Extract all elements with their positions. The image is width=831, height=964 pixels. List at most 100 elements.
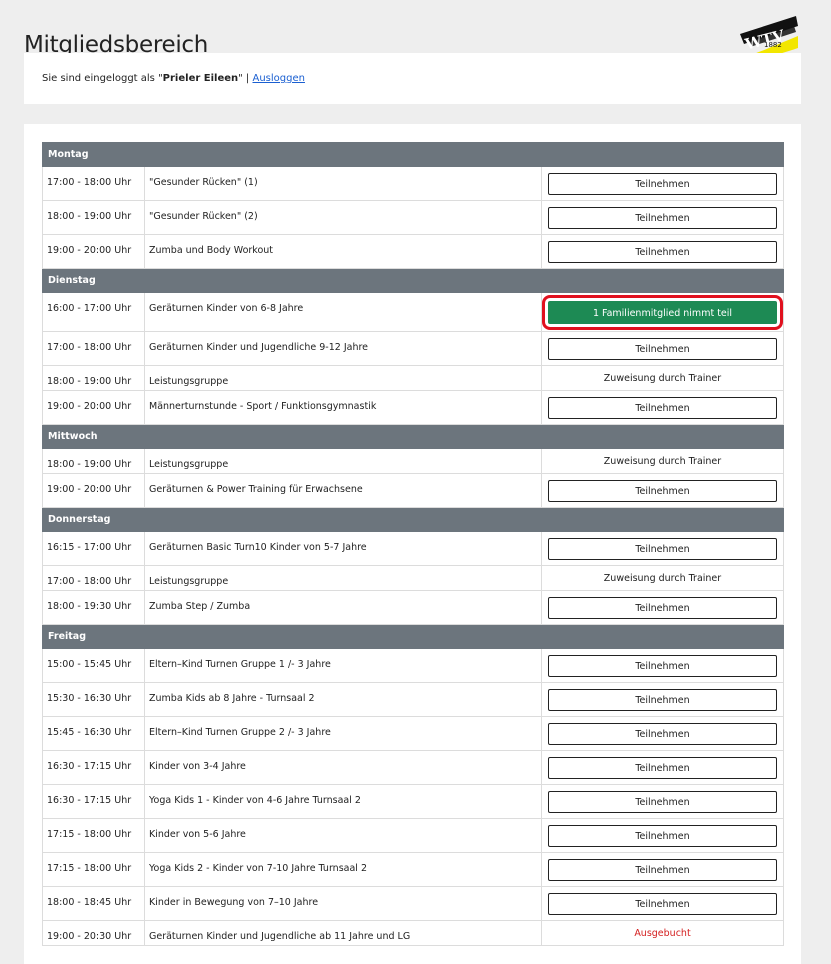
login-status-panel: Sie sind eingeloggt als "Prieler Eileen"…	[24, 53, 801, 104]
course-time: 18:00 - 19:00 Uhr	[42, 365, 145, 391]
course-name: Kinder in Bewegung von 7–10 Jahre	[144, 886, 542, 921]
logged-in-user: Prieler Eileen	[162, 73, 239, 84]
trainer-assignment-label: Zuweisung durch Trainer	[603, 455, 722, 467]
course-action-cell: Teilnehmen	[541, 852, 784, 887]
logout-link[interactable]: Ausloggen	[252, 73, 304, 84]
course-time: 17:00 - 18:00 Uhr	[42, 166, 145, 201]
course-time: 15:00 - 15:45 Uhr	[42, 648, 145, 683]
join-button[interactable]: Teilnehmen	[548, 172, 777, 195]
logo-year: 1882	[764, 41, 782, 49]
join-button[interactable]: Teilnehmen	[548, 479, 777, 502]
course-action-cell: 1 Familienmitglied nimmt teil	[541, 292, 784, 332]
course-action-cell: Zuweisung durch Trainer	[541, 365, 784, 391]
course-time: 17:15 - 18:00 Uhr	[42, 852, 145, 887]
course-time: 19:00 - 20:00 Uhr	[42, 234, 145, 269]
join-button[interactable]: Teilnehmen	[548, 537, 777, 560]
join-button[interactable]: Teilnehmen	[548, 722, 777, 745]
course-time: 19:00 - 20:00 Uhr	[42, 390, 145, 425]
join-button[interactable]: Teilnehmen	[548, 858, 777, 881]
course-time: 15:30 - 16:30 Uhr	[42, 682, 145, 717]
day-header-row: Freitag	[42, 624, 784, 649]
course-schedule-table: Montag 17:00 - 18:00 Uhr "Gesunder Rücken"…	[42, 142, 784, 946]
course-name: Zumba Kids ab 8 Jahre - Turnsaal 2	[144, 682, 542, 717]
day-header-row: Dienstag	[42, 268, 784, 293]
join-button[interactable]: Teilnehmen	[548, 892, 777, 915]
course-name: Kinder von 5-6 Jahre	[144, 818, 542, 853]
course-action-cell: Ausgebucht	[541, 920, 784, 946]
course-row: 18:00 - 19:30 Uhr Zumba Step / Zumba Teiln…	[42, 590, 784, 625]
course-row: 15:00 - 15:45 Uhr Eltern–Kind Turnen Grup…	[42, 648, 784, 683]
course-row: 18:00 - 19:00 Uhr Leistungsgruppe Zuweisun…	[42, 365, 784, 391]
login-suffix: " |	[238, 73, 250, 84]
course-time: 18:00 - 19:30 Uhr	[42, 590, 145, 625]
course-row: 19:00 - 20:00 Uhr Geräturnen & Power Trai…	[42, 473, 784, 508]
trainer-assignment-label: Zuweisung durch Trainer	[603, 572, 722, 584]
course-time: 17:00 - 18:00 Uhr	[42, 565, 145, 591]
course-name: "Gesunder Rücken" (2)	[144, 200, 542, 235]
course-row: 18:00 - 19:00 Uhr Leistungsgruppe Zuweisun…	[42, 448, 784, 474]
course-row: 19:00 - 20:30 Uhr Geräturnen Kinder und J…	[42, 920, 784, 946]
course-name: Eltern–Kind Turnen Gruppe 1 /- 3 Jahre	[144, 648, 542, 683]
course-time: 16:30 - 17:15 Uhr	[42, 750, 145, 785]
course-action-cell: Teilnehmen	[541, 531, 784, 566]
join-button[interactable]: Teilnehmen	[548, 240, 777, 263]
course-time: 16:15 - 17:00 Uhr	[42, 531, 145, 566]
course-time: 17:15 - 18:00 Uhr	[42, 818, 145, 853]
course-time: 15:45 - 16:30 Uhr	[42, 716, 145, 751]
course-action-cell: Teilnehmen	[541, 886, 784, 921]
course-name: Leistungsgruppe	[144, 565, 542, 591]
join-button[interactable]: Teilnehmen	[548, 790, 777, 813]
course-row: 17:15 - 18:00 Uhr Kinder von 5-6 Jahre Tei…	[42, 818, 784, 853]
course-name: Geräturnen Kinder und Jugendliche ab 11 …	[144, 920, 542, 946]
course-name: Kinder von 3-4 Jahre	[144, 750, 542, 785]
course-time: 19:00 - 20:00 Uhr	[42, 473, 145, 508]
day-header: Dienstag	[42, 268, 784, 293]
join-button[interactable]: Teilnehmen	[548, 824, 777, 847]
join-button[interactable]: Teilnehmen	[548, 596, 777, 619]
course-name: Geräturnen Kinder und Jugendliche 9-12 J…	[144, 331, 542, 366]
course-action-cell: Teilnehmen	[541, 200, 784, 235]
course-row: 17:15 - 18:00 Uhr Yoga Kids 2 - Kinder vo…	[42, 852, 784, 887]
course-action-cell: Teilnehmen	[541, 166, 784, 201]
course-action-cell: Teilnehmen	[541, 331, 784, 366]
join-button[interactable]: Teilnehmen	[548, 396, 777, 419]
family-member-joined-button[interactable]: 1 Familienmitglied nimmt teil	[542, 294, 783, 330]
course-row: 18:00 - 18:45 Uhr Kinder in Bewegung von …	[42, 886, 784, 921]
course-name: Zumba Step / Zumba	[144, 590, 542, 625]
course-action-cell: Teilnehmen	[541, 818, 784, 853]
course-action-cell: Teilnehmen	[541, 590, 784, 625]
course-row: 16:30 - 17:15 Uhr Kinder von 3-4 Jahre Tei…	[42, 750, 784, 785]
course-name: Yoga Kids 1 - Kinder von 4-6 Jahre Turns…	[144, 784, 542, 819]
course-name: Geräturnen Basic Turn10 Kinder von 5-7 J…	[144, 531, 542, 566]
day-header: Donnerstag	[42, 507, 784, 532]
day-header-row: Mittwoch	[42, 424, 784, 449]
login-prefix: Sie sind eingeloggt als "	[42, 73, 163, 84]
schedule-panel: Montag 17:00 - 18:00 Uhr "Gesunder Rücken"…	[24, 124, 801, 964]
course-row: 15:30 - 16:30 Uhr Zumba Kids ab 8 Jahre -…	[42, 682, 784, 717]
fully-booked-label: Ausgebucht	[634, 927, 691, 939]
course-name: Geräturnen Kinder von 6-8 Jahre	[144, 292, 542, 332]
join-button[interactable]: Teilnehmen	[548, 654, 777, 677]
course-name: Leistungsgruppe	[144, 448, 542, 474]
course-action-cell: Zuweisung durch Trainer	[541, 448, 784, 474]
course-action-cell: Teilnehmen	[541, 750, 784, 785]
course-row: 17:00 - 18:00 Uhr Geräturnen Kinder und J…	[42, 331, 784, 366]
course-time: 16:00 - 17:00 Uhr	[42, 292, 145, 332]
join-button[interactable]: Teilnehmen	[548, 337, 777, 360]
join-button[interactable]: Teilnehmen	[548, 688, 777, 711]
join-button[interactable]: Teilnehmen	[548, 206, 777, 229]
course-row: 16:30 - 17:15 Uhr Yoga Kids 1 - Kinder vo…	[42, 784, 784, 819]
course-row: 15:45 - 16:30 Uhr Eltern–Kind Turnen Grup…	[42, 716, 784, 751]
course-name: "Gesunder Rücken" (1)	[144, 166, 542, 201]
day-header: Freitag	[42, 624, 784, 649]
course-time: 18:00 - 18:45 Uhr	[42, 886, 145, 921]
course-time: 18:00 - 19:00 Uhr	[42, 200, 145, 235]
course-action-cell: Zuweisung durch Trainer	[541, 565, 784, 591]
course-row: 17:00 - 18:00 Uhr "Gesunder Rücken" (1) Te…	[42, 166, 784, 201]
course-action-cell: Teilnehmen	[541, 784, 784, 819]
join-button[interactable]: Teilnehmen	[548, 756, 777, 779]
course-name: Zumba und Body Workout	[144, 234, 542, 269]
course-time: 19:00 - 20:30 Uhr	[42, 920, 145, 946]
course-action-cell: Teilnehmen	[541, 716, 784, 751]
course-action-cell: Teilnehmen	[541, 234, 784, 269]
